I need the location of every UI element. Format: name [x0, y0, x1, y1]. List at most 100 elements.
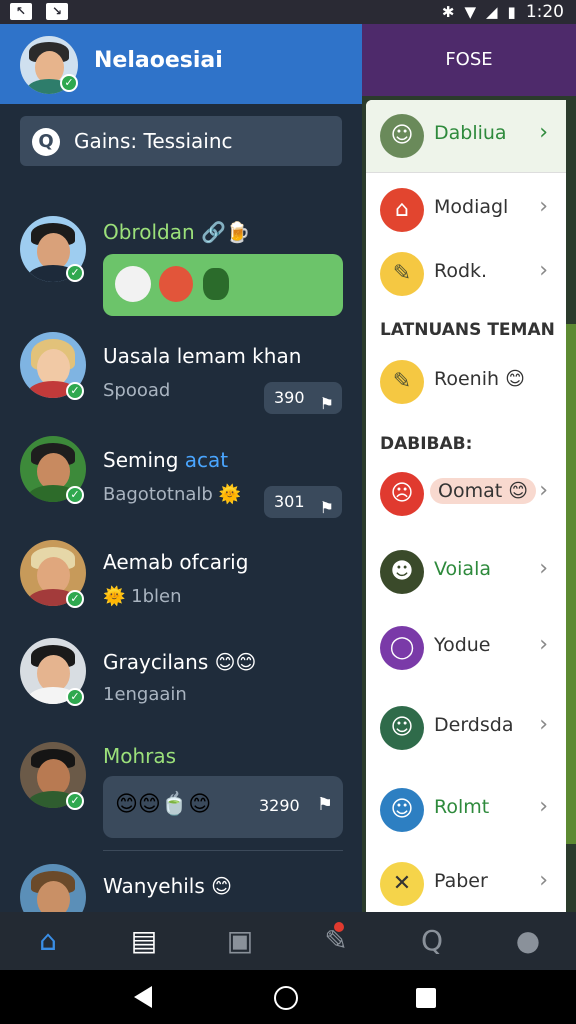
menu-label: Roenih 😊: [434, 368, 525, 390]
menu-item-modiagl[interactable]: ⌂ Modiagl ›: [366, 174, 566, 246]
ring-icon: ◯: [380, 626, 424, 670]
chevron-right-icon: ›: [539, 478, 548, 503]
notification-dot: [334, 922, 344, 932]
pencil-icon: ✎: [380, 360, 424, 404]
menu-label: Rolmt: [434, 796, 490, 818]
sticker-icon: [203, 268, 229, 300]
right-header-title: FOSE: [362, 24, 576, 96]
chat-name: Mohras: [103, 744, 177, 768]
chevron-right-icon: ›: [539, 712, 548, 737]
verified-icon: ✓: [66, 688, 84, 706]
chat-name: Seming: [103, 448, 179, 472]
avatar-icon: ☺: [380, 706, 424, 750]
chat-subtitle: Bagototnalb 🌞: [103, 484, 241, 505]
menu-drawer: ☺ Dabliua › ⌂ Modiagl › ✎ Rodk. › LATNUA…: [366, 100, 566, 912]
chat-name-suffix: 😊: [211, 874, 232, 898]
chat-subtitle: Spooad: [103, 380, 171, 401]
home-button-icon[interactable]: [274, 986, 298, 1010]
wifi-icon: ▼: [464, 3, 476, 21]
unread-badge: 390 ⚑: [264, 382, 342, 414]
menu-label: Oomat 😊: [430, 478, 537, 504]
bubble-emojis: 😊😊🍵😊: [115, 792, 212, 817]
verified-icon: ✓: [66, 264, 84, 282]
back-icon[interactable]: [134, 986, 152, 1008]
home-icon[interactable]: ⌂: [0, 912, 96, 970]
chat-name-suffix: acat: [184, 448, 229, 472]
search-icon: Q: [32, 128, 60, 156]
verified-icon: ✓: [60, 74, 78, 92]
verified-icon: ✓: [66, 590, 84, 608]
pin-icon: ⚑: [316, 794, 333, 815]
recents-icon[interactable]: [416, 988, 436, 1008]
badge-count: 3290: [259, 796, 300, 815]
chevron-right-icon: ›: [539, 194, 548, 219]
menu-item-dabliua[interactable]: ☺ Dabliua ›: [366, 100, 566, 172]
menu-label: Rodk.: [434, 260, 488, 282]
chat-name-suffix: 😊😊: [214, 650, 257, 674]
chat-name-suffix: 🔗🍺: [201, 220, 251, 244]
badge-count: 390: [274, 388, 305, 407]
verified-icon: ✓: [66, 486, 84, 504]
avatar: [20, 864, 86, 912]
divider: [103, 850, 343, 851]
menu-label: Yodue: [434, 634, 491, 656]
hat-avatar-icon: ☺: [380, 114, 424, 158]
menu-item-rodk[interactable]: ✎ Rodk. ›: [366, 238, 566, 310]
chat-list-panel: ✓ Nelaoesiai Q Gains: Tessiainc ✓ Obrold…: [0, 24, 362, 912]
search-bar[interactable]: Q Gains: Tessiainc: [20, 116, 342, 166]
notification-icon-2: ↘: [46, 3, 68, 20]
message-bubble[interactable]: 😊😊🍵😊 3290 ⚑: [103, 776, 343, 838]
chat-name: Wanyehils: [103, 874, 205, 898]
section-label: LATNUANS TEMAN: [380, 320, 555, 340]
menu-item-voiala[interactable]: ☻ Voiala ›: [366, 536, 566, 608]
scribble-icon: ✎: [380, 252, 424, 296]
astronaut-icon: ☺: [380, 788, 424, 832]
system-nav-bar: [0, 970, 576, 1024]
sticker-icon: [159, 266, 193, 302]
menu-item-paber[interactable]: ✕ Paber ›: [366, 848, 566, 912]
signal-icon: ◢: [486, 3, 498, 21]
bottom-nav: ⌂ ▤ ▣ ✎ Q ●: [0, 912, 576, 970]
menu-label: Dabliua: [434, 122, 507, 144]
bluetooth-icon: ✱: [441, 3, 455, 21]
character-icon: ☻: [380, 550, 424, 594]
pin-icon: ⚑: [319, 498, 334, 517]
menu-item-yodue[interactable]: ◯ Yodue ›: [366, 612, 566, 684]
chevron-right-icon: ›: [539, 120, 548, 145]
section-label: DABIBAB:: [380, 434, 473, 454]
chat-name: Aemab ofcarig: [103, 550, 249, 574]
chat-name: Uasala lemam khan: [103, 344, 302, 368]
menu-label: Paber: [434, 870, 488, 892]
search-text: Gains: Tessiainc: [74, 129, 233, 153]
edit-icon[interactable]: ✎: [288, 912, 384, 970]
pin-icon: ⚑: [319, 394, 334, 413]
message-bubble[interactable]: [103, 254, 343, 316]
face-icon: ☹: [380, 472, 424, 516]
menu-label: Derdsda: [434, 714, 514, 736]
chat-name: Obroldan: [103, 220, 195, 244]
clipboard-icon[interactable]: ▤: [96, 912, 192, 970]
chat-subtitle: 🌞 1blen: [103, 586, 182, 607]
menu-item-derdsda[interactable]: ☺ Derdsda ›: [366, 692, 566, 764]
menu-item-roenih[interactable]: ✎ Roenih 😊: [366, 346, 566, 418]
status-bar: ↖ ↘ ✱ ▼ ◢ ▮ 1:20: [0, 0, 576, 24]
close-icon: ✕: [380, 862, 424, 906]
menu-label: Modiagl: [434, 196, 509, 218]
notification-icon: ↖: [10, 3, 32, 20]
menu-item-oomat[interactable]: ☹ Oomat 😊 ›: [366, 458, 566, 530]
badge-count: 301: [274, 492, 305, 511]
clock: 1:20: [525, 2, 564, 22]
chat-subtitle: 1engaain: [103, 684, 187, 705]
battery-icon: ▮: [507, 3, 516, 21]
chevron-right-icon: ›: [539, 258, 548, 283]
profile-icon[interactable]: ●: [480, 912, 576, 970]
menu-label: Voiala: [434, 558, 491, 580]
building-icon: ⌂: [380, 188, 424, 232]
menu-item-rolmt[interactable]: ☺ Rolmt ›: [366, 774, 566, 846]
search-icon[interactable]: Q: [384, 912, 480, 970]
unread-badge: 301 ⚑: [264, 486, 342, 518]
chevron-right-icon: ›: [539, 632, 548, 657]
sticker-icon: [115, 266, 151, 302]
chevron-right-icon: ›: [539, 868, 548, 893]
briefcase-icon[interactable]: ▣: [192, 912, 288, 970]
